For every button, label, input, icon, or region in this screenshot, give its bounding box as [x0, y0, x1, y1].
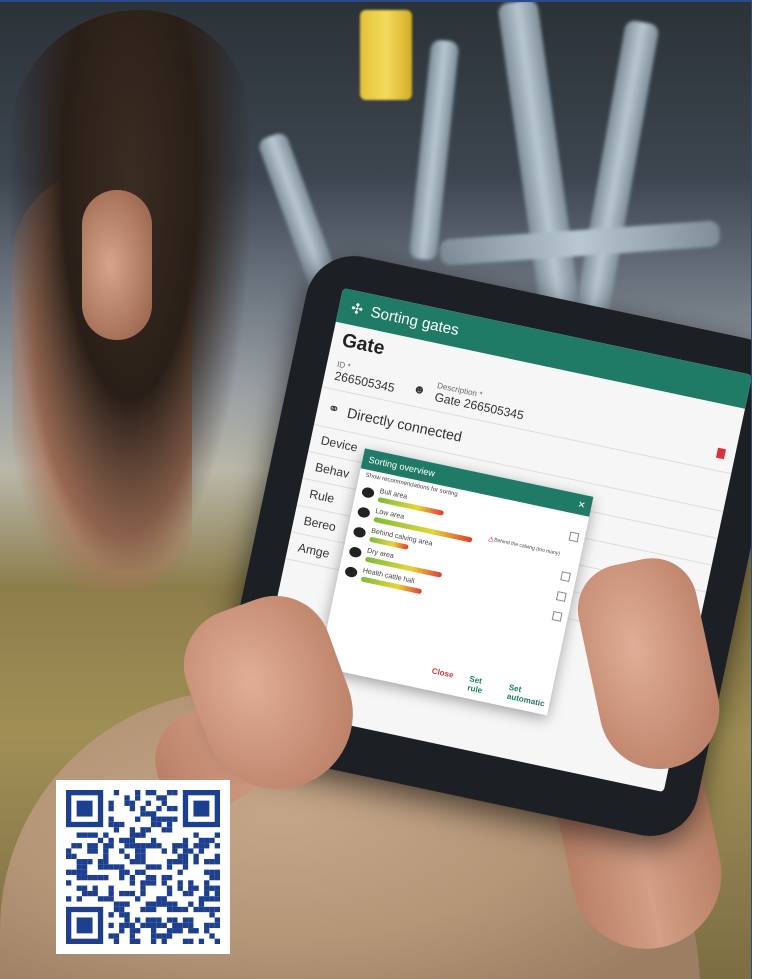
- cow-icon: [360, 486, 376, 499]
- yellow-strap: [360, 10, 412, 100]
- cow-icon: [344, 565, 359, 579]
- qr-code-icon: [66, 790, 220, 944]
- frame-right-border: [751, 0, 760, 979]
- side-label: Behav: [313, 459, 351, 482]
- dialog-actions: Close Set rule Set automatic: [429, 666, 552, 709]
- entry-checkbox[interactable]: [560, 570, 572, 582]
- entry-checkbox[interactable]: [568, 530, 580, 542]
- red-status-tag: [716, 447, 727, 459]
- close-button[interactable]: Close: [429, 666, 455, 688]
- person-icon: ☻: [411, 380, 428, 398]
- cow-icon: [352, 526, 367, 539]
- side-label: Device: [319, 433, 359, 455]
- frame-top-border: [0, 0, 752, 2]
- side-label: Bereo: [302, 513, 338, 535]
- side-label: Amge: [296, 540, 331, 561]
- cow-icon: [348, 545, 363, 559]
- entry-checkbox[interactable]: [556, 590, 567, 602]
- gate-icon: ✣: [349, 298, 365, 318]
- qr-code-panel: [56, 780, 230, 954]
- side-label: Rule: [308, 486, 336, 506]
- link-icon: ⚭: [326, 399, 342, 418]
- photo-scene: ✣ Sorting gates Gate ID * 266505345 ☻ De…: [0, 0, 760, 979]
- set-rule-button[interactable]: Set rule: [467, 674, 494, 697]
- close-icon[interactable]: ✕: [577, 499, 587, 512]
- set-automatic-button[interactable]: Set automatic: [506, 683, 552, 710]
- sorting-dialog: Sorting overview ✕ Show recommendations …: [318, 448, 594, 716]
- entry-checkbox[interactable]: [551, 610, 563, 622]
- man-ear: [82, 190, 152, 340]
- cow-icon: [356, 506, 371, 519]
